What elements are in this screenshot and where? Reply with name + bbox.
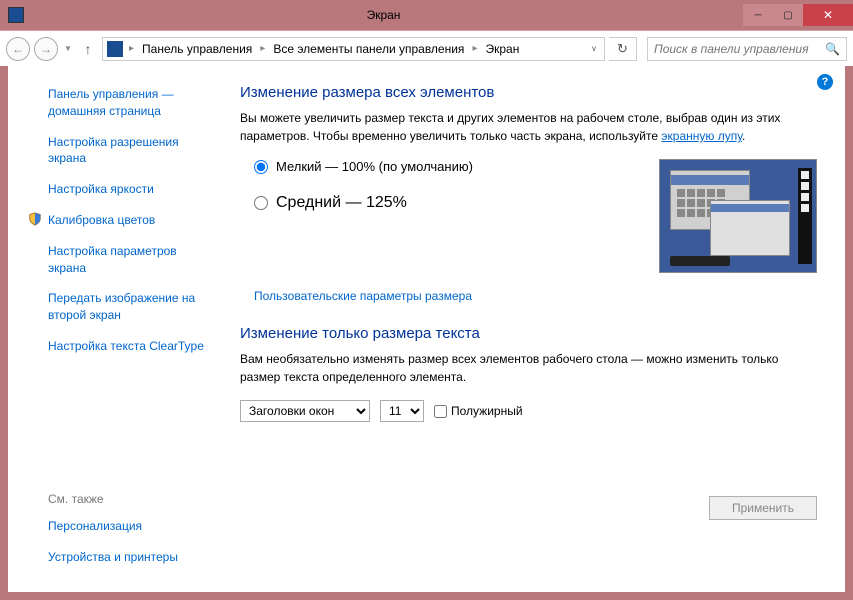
radio-small-input[interactable]	[254, 160, 268, 174]
minimize-button[interactable]: ─	[743, 4, 773, 26]
sidebar-item-project[interactable]: Передать изображение на второй экран	[48, 290, 218, 324]
location-icon	[107, 41, 123, 57]
toolbar: ← → ▼ ↑ ▸ Панель управления ▸ Все элемен…	[0, 30, 853, 66]
search-box[interactable]: 🔍	[647, 37, 847, 61]
sidebar-item-brightness[interactable]: Настройка яркости	[48, 181, 154, 198]
see-also-label: См. также	[28, 492, 218, 506]
bold-checkbox-label[interactable]: Полужирный	[434, 404, 523, 418]
magnifier-link[interactable]: экранную лупу	[661, 129, 742, 143]
breadcrumb-root[interactable]: Панель управления	[140, 42, 254, 56]
chevron-right-icon: ▸	[468, 43, 481, 54]
radio-medium-label: Средний — 125%	[276, 194, 407, 212]
sidebar-item-display-settings[interactable]: Настройка параметров экрана	[48, 243, 218, 277]
radio-small[interactable]: Мелкий — 100% (по умолчанию)	[254, 159, 639, 174]
chevron-right-icon: ▸	[125, 43, 138, 54]
bold-label-text: Полужирный	[451, 404, 523, 418]
sidebar-item-calibration[interactable]: Калибровка цветов	[48, 212, 155, 229]
shield-icon	[28, 212, 42, 226]
back-button[interactable]: ←	[6, 37, 30, 61]
help-icon[interactable]: ?	[817, 74, 833, 90]
preview-image	[659, 159, 817, 273]
chevron-right-icon: ▸	[256, 43, 269, 54]
sidebar-item-cleartype[interactable]: Настройка текста ClearType	[48, 338, 204, 355]
app-icon	[8, 7, 24, 23]
radio-medium[interactable]: Средний — 125%	[254, 194, 639, 212]
history-dropdown[interactable]: ▼	[62, 44, 74, 53]
element-select[interactable]: Заголовки окон	[240, 400, 370, 422]
breadcrumb-leaf[interactable]: Экран	[483, 42, 521, 56]
close-button[interactable]: ✕	[803, 4, 853, 26]
address-bar[interactable]: ▸ Панель управления ▸ Все элементы панел…	[102, 37, 605, 61]
window-title: Экран	[24, 8, 743, 22]
description-text-size: Вам необязательно изменять размер всех э…	[240, 350, 817, 386]
sidebar: Панель управления — домашняя страница На…	[8, 66, 226, 592]
forward-button[interactable]: →	[34, 37, 58, 61]
maximize-button[interactable]: ▢	[773, 4, 803, 26]
see-also-personalization[interactable]: Персонализация	[48, 518, 142, 535]
radio-small-label: Мелкий — 100% (по умолчанию)	[276, 159, 473, 174]
refresh-button[interactable]: ↻	[609, 37, 637, 61]
search-input[interactable]	[654, 42, 825, 56]
sidebar-item-resolution[interactable]: Настройка разрешения экрана	[48, 134, 218, 168]
apply-button[interactable]: Применить	[709, 496, 817, 520]
main-panel: Изменение размера всех элементов Вы може…	[226, 66, 845, 592]
bold-checkbox[interactable]	[434, 405, 447, 418]
radio-medium-input[interactable]	[254, 196, 268, 210]
search-icon[interactable]: 🔍	[825, 42, 840, 56]
font-size-select[interactable]: 11	[380, 400, 424, 422]
up-button[interactable]: ↑	[78, 39, 98, 59]
desc-text-end: .	[742, 129, 745, 143]
sidebar-home-link[interactable]: Панель управления — домашняя страница	[48, 86, 218, 120]
custom-size-link[interactable]: Пользовательские параметры размера	[254, 289, 472, 303]
heading-text-size: Изменение только размера текста	[240, 325, 817, 342]
breadcrumb-mid[interactable]: Все элементы панели управления	[271, 42, 466, 56]
see-also-devices[interactable]: Устройства и принтеры	[48, 549, 178, 566]
description-resize-all: Вы можете увеличить размер текста и друг…	[240, 109, 817, 145]
heading-resize-all: Изменение размера всех элементов	[240, 84, 817, 101]
address-dropdown-icon[interactable]: v	[588, 44, 600, 53]
titlebar: Экран ─ ▢ ✕	[0, 0, 853, 30]
